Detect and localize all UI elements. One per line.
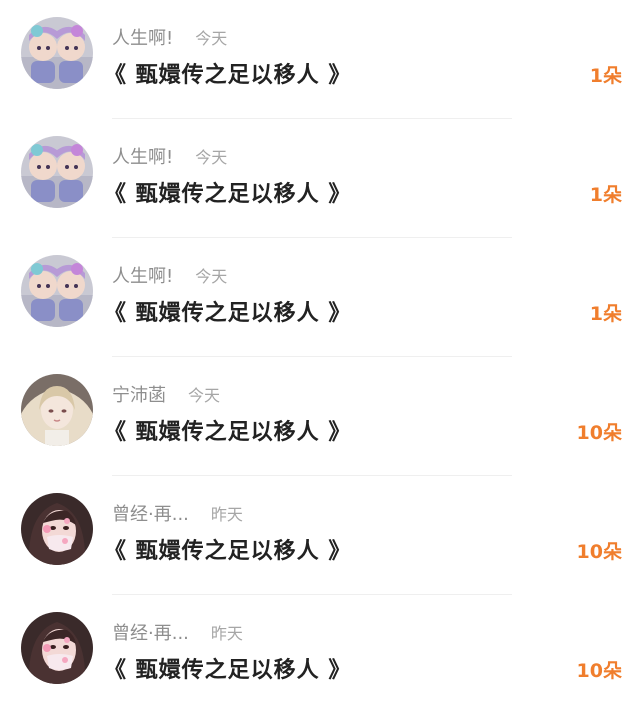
timestamp: 今天 (188, 386, 221, 405)
work-title[interactable]: 《 甄嬛传之足以移人 》 (104, 180, 351, 210)
timestamp: 昨天 (210, 505, 243, 524)
avatar[interactable] (21, 493, 93, 565)
flower-count: 10朵 (576, 660, 622, 682)
item-meta: 曾经·再... 昨天 (112, 502, 243, 528)
list-item[interactable]: 人生啊! 今天 《 甄嬛传之足以移人 》 1朵 (0, 0, 640, 119)
flower-count: 10朵 (576, 541, 622, 563)
item-meta: 人生啊! 今天 (112, 145, 227, 171)
avatar[interactable] (21, 136, 93, 208)
user-name[interactable]: 曾经·再... (112, 623, 189, 644)
work-title[interactable]: 《 甄嬛传之足以移人 》 (104, 299, 351, 329)
timestamp: 今天 (195, 267, 228, 286)
user-name[interactable]: 曾经·再... (112, 504, 189, 525)
timestamp: 今天 (195, 148, 228, 167)
user-name[interactable]: 人生啊! (112, 28, 173, 49)
work-title[interactable]: 《 甄嬛传之足以移人 》 (104, 61, 351, 91)
flower-count: 1朵 (589, 65, 622, 87)
user-name[interactable]: 人生啊! (112, 266, 173, 287)
user-name[interactable]: 人生啊! (112, 147, 173, 168)
item-meta: 曾经·再... 昨天 (112, 621, 243, 647)
list-item[interactable]: 人生啊! 今天 《 甄嬛传之足以移人 》 1朵 (0, 238, 640, 357)
list-item[interactable]: 宁沛菡 今天 《 甄嬛传之足以移人 》 10朵 (0, 357, 640, 476)
flower-count: 1朵 (589, 184, 622, 206)
avatar[interactable] (21, 17, 93, 89)
list-item[interactable]: 曾经·再... 昨天 《 甄嬛传之足以移人 》 10朵 (0, 476, 640, 595)
user-name[interactable]: 宁沛菡 (112, 385, 166, 406)
avatar[interactable] (21, 255, 93, 327)
timestamp: 昨天 (210, 624, 243, 643)
work-title[interactable]: 《 甄嬛传之足以移人 》 (104, 418, 351, 448)
item-meta: 人生啊! 今天 (112, 264, 227, 290)
work-title[interactable]: 《 甄嬛传之足以移人 》 (104, 537, 351, 567)
gift-list: 人生啊! 今天 《 甄嬛传之足以移人 》 1朵 人生啊! 今天 《 甄嬛传之足以… (0, 0, 640, 701)
item-meta: 人生啊! 今天 (112, 26, 227, 52)
timestamp: 今天 (195, 29, 228, 48)
flower-count: 10朵 (576, 422, 622, 444)
list-item[interactable]: 曾经·再... 昨天 《 甄嬛传之足以移人 》 10朵 (0, 595, 640, 701)
flower-count: 1朵 (589, 303, 622, 325)
avatar[interactable] (21, 612, 93, 684)
item-meta: 宁沛菡 今天 (112, 383, 220, 409)
list-item[interactable]: 人生啊! 今天 《 甄嬛传之足以移人 》 1朵 (0, 119, 640, 238)
avatar[interactable] (21, 374, 93, 446)
work-title[interactable]: 《 甄嬛传之足以移人 》 (104, 656, 351, 686)
